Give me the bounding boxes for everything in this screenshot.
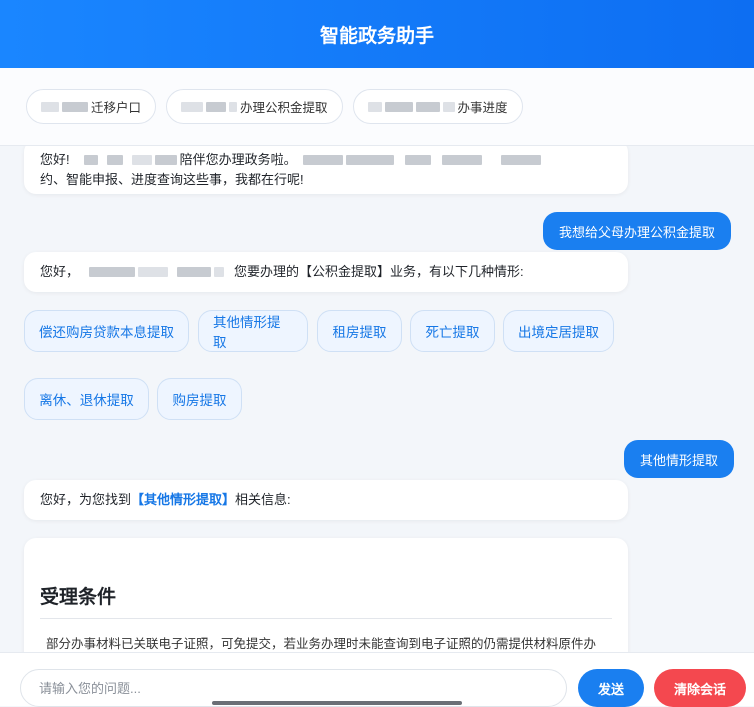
- redacted-text: [177, 267, 212, 277]
- quick-action-chip[interactable]: 迁移户口: [26, 89, 157, 124]
- redacted-text: [442, 101, 455, 112]
- message-text: 其他情形提取: [640, 452, 719, 468]
- redacted-text: [41, 101, 59, 112]
- chip-label: 办理公积金提取: [240, 101, 328, 115]
- message-text: 您要办理的【公积金提取】业务，有以下几种情形:: [234, 264, 524, 279]
- option-button[interactable]: 购房提取: [157, 378, 242, 420]
- assistant-message: 您好，为您找到 【其他情形提取】 相关信息:: [24, 480, 628, 520]
- info-card: 受理条件 部分办事材料已关联电子证照，可免提交，若业务办理时未能查询到电子证照的…: [24, 538, 628, 652]
- horizontal-scrollbar[interactable]: [212, 701, 462, 705]
- option-label: 购房提取: [172, 393, 227, 408]
- divider: [40, 618, 612, 619]
- quick-action-bar: 迁移户口 办理公积金提取 办事进度: [0, 68, 754, 146]
- chip-label: 迁移户口: [91, 101, 142, 115]
- quick-action-chip[interactable]: 办理公积金提取: [166, 89, 343, 124]
- card-text: 部分办事材料已关联电子证照，可免提交，若业务办理时未能查询到电子证照的仍需提供材…: [46, 637, 597, 651]
- redacted-text: [500, 155, 541, 165]
- chip-label: 办事进度: [457, 101, 508, 115]
- message-text: 约、智能申报、进度查询这些事，我都在行呢!: [40, 172, 304, 187]
- option-button[interactable]: 偿还购房贷款本息提取: [24, 310, 189, 352]
- redacted-text: [367, 101, 382, 112]
- user-message: 其他情形提取: [624, 440, 735, 478]
- app-header: 智能政务助手: [0, 0, 754, 68]
- redacted-text: [181, 101, 204, 112]
- redacted-text: [154, 155, 177, 165]
- option-button[interactable]: 租房提取: [317, 310, 402, 352]
- option-label: 离休、退休提取: [39, 393, 134, 408]
- option-label: 出境定居提取: [518, 325, 599, 340]
- redacted-text: [62, 101, 88, 112]
- redacted-text: [106, 155, 123, 165]
- option-button[interactable]: 出境定居提取: [503, 310, 614, 352]
- quick-action-chip[interactable]: 办事进度: [352, 89, 523, 124]
- assistant-message: 您好， 您要办理的【公积金提取】业务，有以下几种情形:: [24, 252, 628, 292]
- redacted-text: [345, 155, 394, 165]
- message-text: 您好!: [40, 152, 70, 167]
- message-text: 我想给父母办理公积金提取: [559, 224, 716, 240]
- card-title: 受理条件: [40, 587, 117, 608]
- highlight-link[interactable]: 【其他情形提取】: [131, 490, 235, 510]
- option-button[interactable]: 死亡提取: [410, 310, 495, 352]
- message-text: 您好，: [40, 264, 80, 279]
- redacted-text: [131, 155, 152, 165]
- option-label: 偿还购房贷款本息提取: [39, 325, 174, 340]
- redacted-text: [229, 101, 238, 112]
- option-label: 租房提取: [332, 325, 387, 340]
- option-button[interactable]: 离休、退休提取: [24, 378, 149, 420]
- redacted-text: [89, 267, 136, 277]
- redacted-text: [404, 155, 431, 165]
- redacted-text: [138, 267, 169, 277]
- message-text: 陪伴您办理政务啦。: [179, 152, 297, 167]
- redacted-text: [214, 267, 225, 277]
- redacted-text: [415, 101, 440, 112]
- message-text: 相关信息:: [235, 492, 291, 507]
- option-label: 其他情形提取: [213, 315, 281, 350]
- option-button[interactable]: 其他情形提取: [198, 310, 308, 352]
- redacted-text: [441, 155, 482, 165]
- redacted-text: [384, 101, 413, 112]
- send-button[interactable]: 发送: [578, 669, 644, 707]
- assistant-message: 您好! 陪伴您办理政务啦。 约、智能申报、进度查询这些事，我都在行呢!: [24, 146, 628, 194]
- chat-area[interactable]: 您好! 陪伴您办理政务啦。 约、智能申报、进度查询这些事，我都在行呢! 我想给父…: [0, 146, 754, 652]
- redacted-text: [206, 101, 227, 112]
- option-label: 死亡提取: [425, 325, 480, 340]
- user-message: 我想给父母办理公积金提取: [543, 212, 732, 250]
- page-title: 智能政务助手: [319, 25, 434, 47]
- message-text: 您好，为您找到: [40, 492, 132, 507]
- clear-session-button[interactable]: 清除会话: [654, 669, 746, 707]
- input-bar: 发送 清除会话: [0, 652, 754, 707]
- redacted-text: [83, 155, 98, 165]
- redacted-text: [302, 155, 343, 165]
